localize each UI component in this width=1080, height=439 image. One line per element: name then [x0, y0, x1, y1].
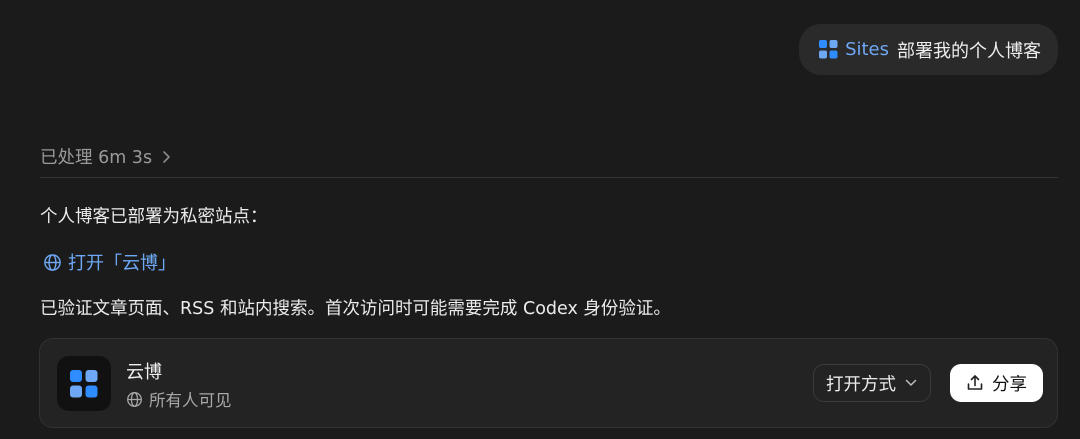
- open-with-dropdown[interactable]: 打开方式: [813, 364, 931, 402]
- grid-squares-icon: [70, 369, 98, 397]
- upload-icon: [967, 375, 983, 390]
- globe-icon: [44, 253, 61, 271]
- assistant-note-text: 已验证文章页面、RSS 和站内搜索。首次访问时可能需要完成 Codex 身份验证…: [40, 299, 671, 319]
- chevron-down-icon: [905, 379, 917, 386]
- grid-squares-icon: [819, 40, 838, 59]
- assistant-intro-text: 个人博客已部署为私密站点：: [40, 207, 268, 227]
- globe-icon: [127, 391, 142, 407]
- chevron-right-icon: [162, 150, 171, 164]
- app-icon: [57, 356, 111, 411]
- open-site-link-label: 打开「云博」: [68, 253, 176, 274]
- sites-chip[interactable]: Sites: [819, 39, 889, 60]
- site-name: 云博: [126, 362, 162, 383]
- site-visibility-label: 所有人可见: [149, 391, 232, 410]
- open-with-label: 打开方式: [826, 374, 896, 395]
- divider: [40, 177, 1058, 178]
- open-site-link[interactable]: 打开「云博」: [43, 249, 176, 275]
- user-message-bubble: Sites 部署我的个人博客: [799, 24, 1058, 75]
- site-card: 云博 所有人可见 打开方式 分享: [39, 338, 1058, 428]
- user-message-text: 部署我的个人博客: [897, 40, 1041, 62]
- processed-toggle[interactable]: 已处理 6m 3s: [40, 144, 171, 169]
- sites-chip-label: Sites: [845, 39, 889, 60]
- site-visibility: 所有人可见: [126, 387, 232, 411]
- share-button[interactable]: 分享: [950, 364, 1043, 402]
- chat-page: Sites 部署我的个人博客 已处理 6m 3s 个人博客已部署为私密站点： 打…: [0, 0, 1080, 439]
- processed-label: 已处理 6m 3s: [40, 148, 153, 168]
- share-label: 分享: [992, 374, 1027, 395]
